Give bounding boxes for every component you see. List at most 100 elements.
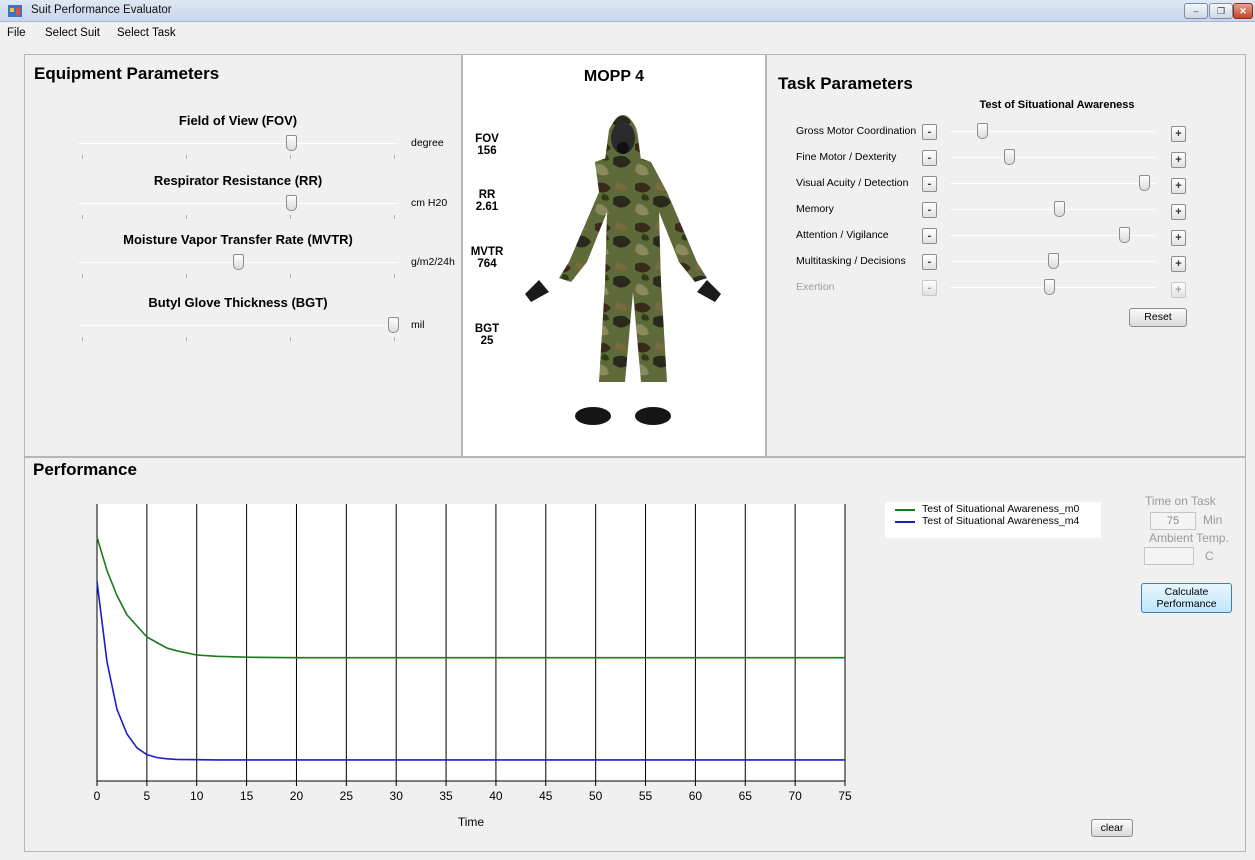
task-parameters-panel: Task Parameters Test of Situational Awar… [766,54,1246,457]
mvtr-unit-label: g/m2/24h [411,256,455,268]
legend-swatch-m4 [895,521,915,523]
close-button[interactable]: ✕ [1233,3,1253,19]
bgt-readout: BGT 25 [474,323,500,347]
time-on-task-input[interactable]: 75 [1150,512,1196,530]
mvtr-slider[interactable] [78,254,398,280]
fov-slider-thumb[interactable] [285,135,297,151]
task-test-name: Test of Situational Awareness [979,99,1135,111]
x-tick-label: 40 [489,789,503,803]
x-tick-label: 25 [340,789,354,803]
equipment-parameters-panel: Equipment Parameters Field of View (FOV)… [24,54,462,457]
bgt-slider-track [78,325,398,326]
task-slider-track [950,157,1156,158]
increase-memory-button[interactable]: + [1171,204,1186,220]
task-label-attention-vigilance: Attention / Vigilance [796,229,889,241]
task-row-exertion: Exertion - + [767,277,1245,299]
task-slider-thumb[interactable] [977,123,988,139]
x-tick-label: 55 [639,789,653,803]
chart-legend: Test of Situational Awareness_m0 Test of… [885,502,1101,538]
decrease-gross-motor-coordination-button[interactable]: - [922,124,937,140]
task-slider-attention-vigilance[interactable] [947,225,1159,247]
time-on-task-label: Time on Task [1145,494,1216,508]
increase-multitasking-decisions-button[interactable]: + [1171,256,1186,272]
bgt-slider-thumb[interactable] [388,317,399,333]
decrease-attention-vigilance-button[interactable]: - [922,228,937,244]
task-row-attention-vigilance: Attention / Vigilance - + [767,225,1245,247]
bgt-slider-label: Butyl Glove Thickness (BGT) [148,295,328,310]
app-icon [8,5,22,17]
bgt-slider-ticks [78,337,398,341]
menu-file[interactable]: File [7,27,26,39]
task-label-exertion: Exertion [796,281,835,293]
rr-slider[interactable] [78,195,398,221]
x-tick-label: 10 [190,789,204,803]
ambient-temp-input[interactable] [1144,547,1194,565]
increase-attention-vigilance-button[interactable]: + [1171,230,1186,246]
task-slider-thumb[interactable] [1139,175,1150,191]
rr-slider-ticks [78,215,398,219]
performance-panel: Performance 0 5 10 15 20 25 30 35 40 45 50 55 60 65 70… [24,457,1246,852]
decrease-visual-acuity-detection-button[interactable]: - [922,176,937,192]
rr-slider-track [78,203,398,204]
minimize-button[interactable]: ‒ [1184,3,1208,19]
decrease-fine-motor-dexterity-button[interactable]: - [922,150,937,166]
clear-button[interactable]: clear [1091,819,1133,837]
increase-exertion-button[interactable]: + [1171,282,1186,298]
fov-slider-ticks [78,155,398,159]
mvtr-slider-thumb[interactable] [233,254,244,270]
rr-slider-thumb[interactable] [285,195,297,211]
x-tick-label: 45 [539,789,553,803]
decrease-memory-button[interactable]: - [922,202,937,218]
reset-button[interactable]: Reset [1129,308,1187,327]
increase-visual-acuity-detection-button[interactable]: + [1171,178,1186,194]
decrease-exertion-button[interactable]: - [922,280,937,296]
suit-panel: MOPP 4 FOV 156 RR 2.61 MVTR 764 BGT 25 [462,54,766,457]
legend-label-m4: Test of Situational Awareness_m4 [922,515,1080,527]
decrease-multitasking-decisions-button[interactable]: - [922,254,937,270]
fov-slider[interactable] [78,135,398,161]
fov-slider-track [78,143,398,144]
task-slider-track [950,183,1156,184]
fov-readout: FOV 156 [475,133,499,157]
temp-unit-label: C [1205,549,1214,563]
window-title: Suit Performance Evaluator [31,4,172,16]
task-label-visual-acuity-detection: Visual Acuity / Detection [796,177,909,189]
task-slider-thumb[interactable] [1004,149,1015,165]
x-tick-label: 5 [144,789,151,803]
x-tick-label: 65 [739,789,753,803]
task-slider-thumb[interactable] [1054,201,1065,217]
task-slider-memory[interactable] [947,199,1159,221]
x-axis-label: Time [458,815,485,829]
menu-select-suit[interactable]: Select Suit [45,27,100,39]
rr-slider-label: Respirator Resistance (RR) [153,173,323,188]
performance-chart: 0 5 10 15 20 25 30 35 40 45 50 55 60 65 70 75 Time [94,504,852,829]
rr-readout: RR 2.61 [475,189,499,213]
bgt-slider[interactable] [78,317,399,343]
task-slider-thumb[interactable] [1119,227,1130,243]
calculate-performance-button[interactable]: Calculate Performance [1141,583,1232,613]
task-slider-exertion[interactable] [947,277,1159,299]
x-tick-label: 75 [838,789,852,803]
task-slider-visual-acuity-detection[interactable] [947,173,1159,195]
task-slider-fine-motor-dexterity[interactable] [947,147,1159,169]
increase-gross-motor-coordination-button[interactable]: + [1171,126,1186,142]
task-slider-thumb[interactable] [1048,253,1059,269]
mvtr-slider-label: Moisture Vapor Transfer Rate (MVTR) [123,232,353,247]
legend-swatch-m0 [895,509,915,511]
task-slider-gross-motor-coordination[interactable] [947,121,1159,143]
performance-title: Performance [33,460,137,479]
task-label-fine-motor-dexterity: Fine Motor / Dexterity [796,151,897,163]
x-tick-label: 30 [390,789,404,803]
mvtr-slider-ticks [78,274,398,278]
menu-bar: File Select Suit Select Task [0,22,1255,44]
menu-select-task[interactable]: Select Task [117,27,176,39]
ambient-temp-label: Ambient Temp. [1149,531,1229,545]
task-slider-multitasking-decisions[interactable] [947,251,1159,273]
plot-area [97,504,845,781]
task-label-memory: Memory [796,203,834,215]
mvtr-readout: MVTR 764 [470,246,504,270]
restore-button[interactable]: ❐ [1209,3,1233,19]
task-slider-thumb[interactable] [1044,279,1055,295]
increase-fine-motor-dexterity-button[interactable]: + [1171,152,1186,168]
equipment-title: Equipment Parameters [34,64,220,83]
